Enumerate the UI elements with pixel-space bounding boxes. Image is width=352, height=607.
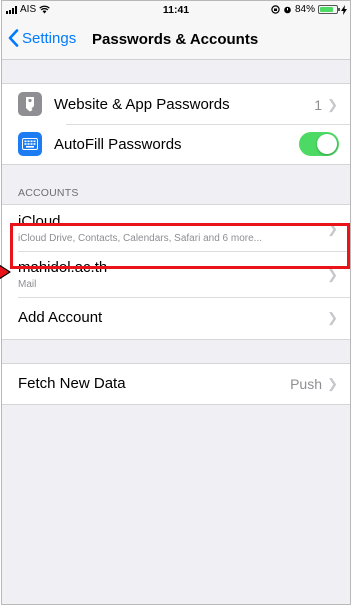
toggle-knob — [317, 134, 337, 154]
account-row-mahidol[interactable]: mahidol.ac.th Mail ❯ — [2, 251, 350, 297]
back-button-label: Settings — [22, 29, 77, 47]
account-detail: iCloud Drive, Contacts, Calendars, Safar… — [18, 233, 262, 244]
alarm-icon — [284, 6, 291, 14]
chevron-left-icon — [8, 29, 19, 47]
fetch-value: Push — [290, 376, 322, 392]
fetch-group: Fetch New Data Push ❯ — [2, 363, 350, 405]
website-app-passwords-label: Website & App Passwords — [54, 96, 230, 113]
battery-level — [320, 7, 334, 12]
charging-bolt-icon — [341, 4, 347, 15]
accounts-group: iCloud iCloud Drive, Contacts, Calendars… — [2, 204, 350, 340]
account-name: iCloud — [18, 213, 61, 230]
battery-percent: 84% — [294, 4, 315, 15]
back-button[interactable]: Settings — [8, 29, 76, 47]
add-account-label: Add Account — [18, 309, 103, 326]
fetch-new-data-row[interactable]: Fetch New Data Push ❯ — [2, 364, 350, 404]
fetch-new-data-label: Fetch New Data — [18, 375, 126, 392]
battery-icon — [318, 5, 340, 14]
account-name: mahidol.ac.th — [18, 259, 108, 276]
chevron-right-icon: ❯ — [327, 97, 338, 112]
chevron-right-icon: ❯ — [327, 376, 338, 391]
arrow-pointer-icon — [0, 264, 11, 280]
keyboard-icon — [18, 132, 42, 156]
key-icon — [18, 92, 42, 116]
autofill-passwords-label: AutoFill Passwords — [54, 136, 182, 153]
website-app-passwords-row[interactable]: Website & App Passwords 1 ❯ — [2, 84, 350, 124]
page-title: Passwords & Accounts — [92, 31, 259, 48]
chevron-right-icon: ❯ — [327, 267, 338, 282]
chevron-right-icon: ❯ — [327, 221, 338, 236]
navigation-bar: Settings Passwords & Accounts — [2, 20, 350, 60]
account-row-icloud[interactable]: iCloud iCloud Drive, Contacts, Calendars… — [2, 205, 350, 251]
chevron-right-icon: ❯ — [327, 310, 338, 325]
settings-screen: AIS 11:41 84% Settings Passwords & Accou… — [1, 0, 351, 605]
autofill-toggle[interactable] — [299, 132, 339, 156]
status-bar: AIS 11:41 84% — [2, 1, 350, 20]
password-count: 1 — [314, 97, 322, 113]
add-account-row[interactable]: Add Account ❯ — [2, 297, 350, 339]
orientation-lock-icon — [271, 5, 280, 14]
accounts-section-header: ACCOUNTS — [18, 187, 79, 199]
autofill-passwords-row: AutoFill Passwords — [2, 124, 350, 164]
account-detail: Mail — [18, 279, 37, 290]
passwords-group: Website & App Passwords 1 ❯ AutoFill Pas… — [2, 83, 350, 165]
